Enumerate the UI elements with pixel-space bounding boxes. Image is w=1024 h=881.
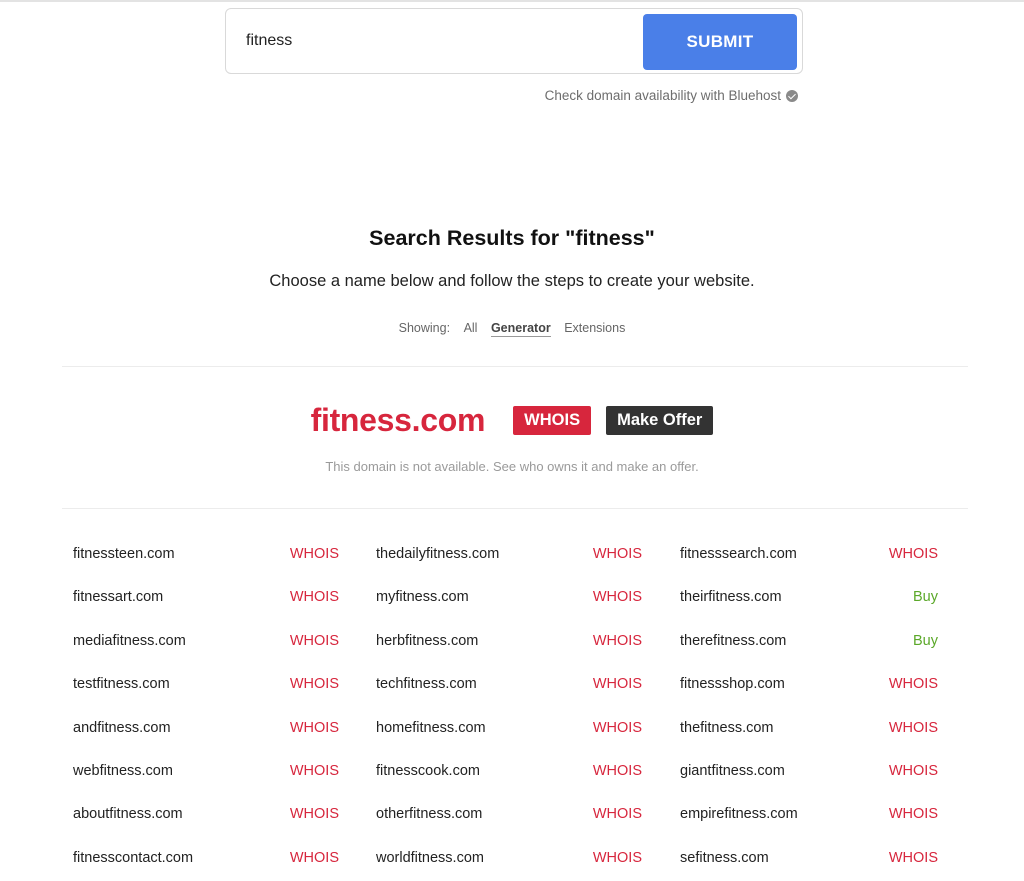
domain-result-name[interactable]: worldfitness.com <box>376 850 484 866</box>
featured-whois-button[interactable]: WHOIS <box>513 405 592 435</box>
results-title: Search Results for "fitness" <box>369 226 655 250</box>
bluehost-note-text: Check domain availability with Bluehost <box>544 88 781 103</box>
domain-result-row: giantfitness.com WHOIS <box>680 751 938 794</box>
results-column-3: fitnesssearch.com WHOIS theirfitness.com Bu… <box>680 534 938 881</box>
whois-link[interactable]: WHOIS <box>290 676 339 692</box>
featured-domain-name: fitness.com <box>310 401 486 438</box>
domain-search-form: SUBMIT <box>225 8 803 74</box>
whois-link[interactable]: WHOIS <box>290 546 339 562</box>
domain-result-name[interactable]: fitnesscontact.com <box>73 850 193 866</box>
domain-result-row: myfitness.com WHOIS <box>376 577 642 620</box>
domain-result-name[interactable]: fitnesssearch.com <box>680 546 797 562</box>
domain-result-name[interactable]: homefitness.com <box>376 720 486 736</box>
domain-result-name[interactable]: aboutfitness.com <box>73 806 183 822</box>
domain-result-name[interactable]: techfitness.com <box>376 676 477 692</box>
showing-filter: Showing: All Generator Extensions <box>0 321 1024 337</box>
domain-result-row: fitnessshop.com WHOIS <box>680 664 938 707</box>
whois-link[interactable]: WHOIS <box>290 633 339 649</box>
domain-result-row: theirfitness.com Buy <box>680 577 938 620</box>
domain-result-row: fitnesscontact.com WHOIS <box>73 838 339 881</box>
whois-link[interactable]: WHOIS <box>889 806 938 822</box>
domain-result-row: fitnessart.com WHOIS <box>73 577 339 620</box>
whois-link[interactable]: WHOIS <box>593 633 642 649</box>
whois-link[interactable]: WHOIS <box>889 763 938 779</box>
domain-result-name[interactable]: andfitness.com <box>73 720 171 736</box>
top-border <box>0 0 1024 2</box>
domain-result-row: fitnessteen.com WHOIS <box>73 534 339 577</box>
whois-link[interactable]: WHOIS <box>290 720 339 736</box>
domain-result-name[interactable]: thefitness.com <box>680 720 774 736</box>
domain-result-name[interactable]: empirefitness.com <box>680 806 798 822</box>
whois-link[interactable]: WHOIS <box>593 720 642 736</box>
whois-link[interactable]: WHOIS <box>593 850 642 866</box>
whois-link[interactable]: WHOIS <box>593 676 642 692</box>
whois-link[interactable]: WHOIS <box>290 850 339 866</box>
domain-result-row: fitnesscook.com WHOIS <box>376 751 642 794</box>
domain-result-row: herbfitness.com WHOIS <box>376 621 642 664</box>
whois-link[interactable]: WHOIS <box>290 763 339 779</box>
domain-result-row: sefitness.com WHOIS <box>680 838 938 881</box>
results-column-1: fitnessteen.com WHOIS fitnessart.com WHOIS m… <box>73 534 339 881</box>
submit-button[interactable]: SUBMIT <box>643 14 797 70</box>
domain-result-name[interactable]: giantfitness.com <box>680 763 785 779</box>
results-column-2: thedailyfitness.com WHOIS myfitness.com WHO… <box>376 534 642 881</box>
filter-all[interactable]: All <box>464 321 478 335</box>
bluehost-note[interactable]: Check domain availability with Bluehost <box>545 88 798 103</box>
domain-result-row: thedailyfitness.com WHOIS <box>376 534 642 577</box>
domain-result-row: thefitness.com WHOIS <box>680 708 938 751</box>
whois-link[interactable]: WHOIS <box>889 850 938 866</box>
whois-link[interactable]: WHOIS <box>593 806 642 822</box>
domain-result-name[interactable]: fitnessteen.com <box>73 546 175 562</box>
whois-link[interactable]: WHOIS <box>290 806 339 822</box>
whois-link[interactable]: WHOIS <box>889 720 938 736</box>
domain-result-name[interactable]: fitnessart.com <box>73 589 163 605</box>
domain-search-input[interactable] <box>246 25 636 57</box>
domain-result-name[interactable]: webfitness.com <box>73 763 173 779</box>
domain-result-name[interactable]: otherfitness.com <box>376 806 482 822</box>
domain-result-row: webfitness.com WHOIS <box>73 751 339 794</box>
buy-link[interactable]: Buy <box>913 633 938 649</box>
domain-result-row: fitnesssearch.com WHOIS <box>680 534 938 577</box>
make-offer-button[interactable]: Make Offer <box>606 405 714 435</box>
domain-result-name[interactable]: therefitness.com <box>680 633 786 649</box>
divider <box>62 366 968 367</box>
whois-link[interactable]: WHOIS <box>889 676 938 692</box>
domain-result-row: aboutfitness.com WHOIS <box>73 794 339 837</box>
domain-result-row: therefitness.com Buy <box>680 621 938 664</box>
domain-result-row: andfitness.com WHOIS <box>73 708 339 751</box>
filter-generator[interactable]: Generator <box>490 321 551 337</box>
domain-result-row: testfitness.com WHOIS <box>73 664 339 707</box>
domain-result-name[interactable]: fitnesscook.com <box>376 763 480 779</box>
featured-domain-note: This domain is not available. See who ow… <box>325 459 699 474</box>
domain-result-name[interactable]: theirfitness.com <box>680 589 782 605</box>
domain-result-name[interactable]: sefitness.com <box>680 850 769 866</box>
domain-result-row: homefitness.com WHOIS <box>376 708 642 751</box>
domain-result-name[interactable]: testfitness.com <box>73 676 170 692</box>
whois-link[interactable]: WHOIS <box>593 546 642 562</box>
domain-result-name[interactable]: thedailyfitness.com <box>376 546 499 562</box>
whois-link[interactable]: WHOIS <box>290 589 339 605</box>
showing-label: Showing: <box>398 321 451 335</box>
whois-link[interactable]: WHOIS <box>593 763 642 779</box>
whois-link[interactable]: WHOIS <box>593 589 642 605</box>
domain-result-row: worldfitness.com WHOIS <box>376 838 642 881</box>
domain-result-row: otherfitness.com WHOIS <box>376 794 642 837</box>
domain-result-row: mediafitness.com WHOIS <box>73 621 339 664</box>
buy-link[interactable]: Buy <box>913 589 938 605</box>
check-circle-icon <box>786 89 798 102</box>
domain-result-name[interactable]: myfitness.com <box>376 589 469 605</box>
divider <box>62 508 968 509</box>
domain-result-name[interactable]: herbfitness.com <box>376 633 478 649</box>
domain-result-name[interactable]: mediafitness.com <box>73 633 186 649</box>
featured-domain-row: fitness.com WHOIS Make Offer <box>0 400 1024 440</box>
filter-extensions[interactable]: Extensions <box>564 321 625 335</box>
results-subtitle: Choose a name below and follow the steps… <box>269 272 755 290</box>
domain-result-name[interactable]: fitnessshop.com <box>680 676 785 692</box>
domain-result-row: techfitness.com WHOIS <box>376 664 642 707</box>
whois-link[interactable]: WHOIS <box>889 546 938 562</box>
domain-result-row: empirefitness.com WHOIS <box>680 794 938 837</box>
